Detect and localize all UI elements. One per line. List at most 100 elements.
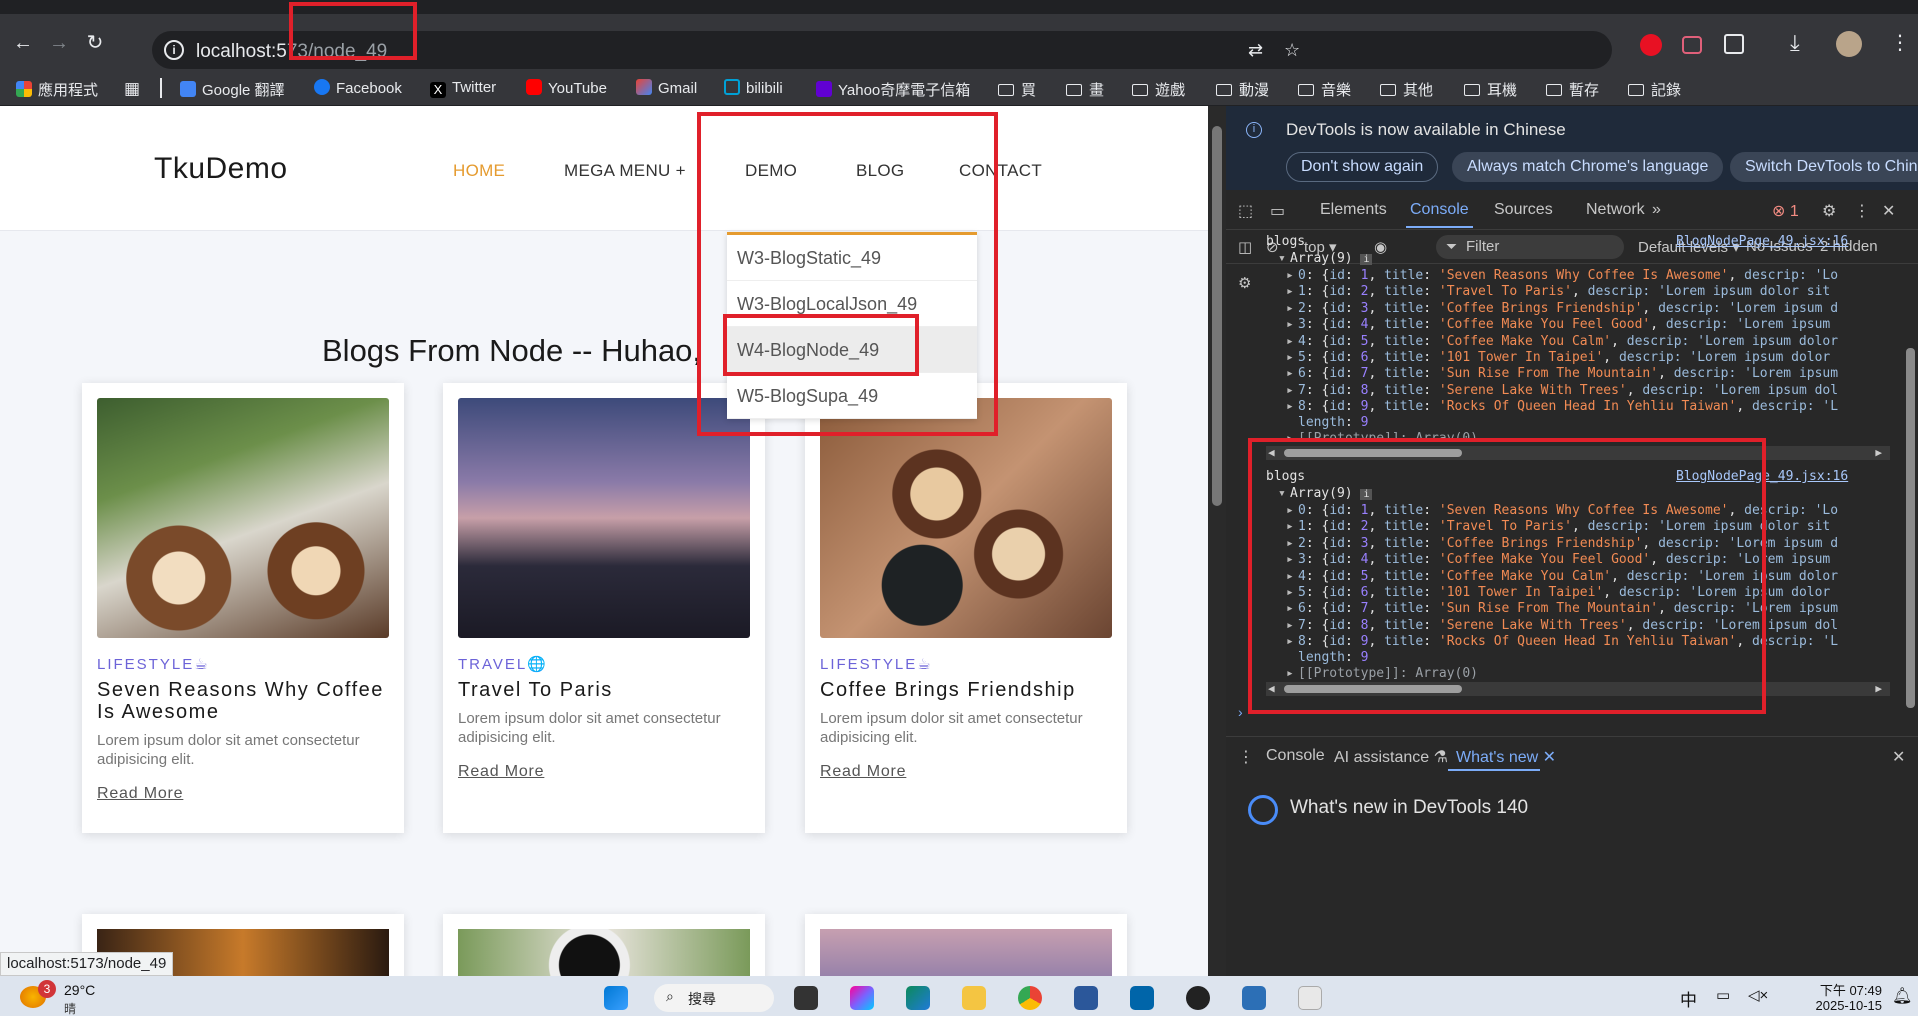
clock-time[interactable]: 下午 07:49 bbox=[1796, 980, 1882, 999]
bookmark-folder-headphones[interactable]: 耳機 bbox=[1464, 79, 1517, 100]
array-item-row[interactable]: ▸ 6: {id: 7, title: 'Sun Rise From The Mo… bbox=[1286, 366, 1838, 381]
live-expression-eye-icon[interactable]: ◉ bbox=[1374, 238, 1387, 256]
bookmark-apps[interactable]: 應用程式 bbox=[16, 79, 98, 100]
console-scrollbar[interactable] bbox=[1904, 236, 1918, 746]
console-scroll-thumb[interactable] bbox=[1906, 348, 1915, 708]
read-more-link[interactable]: Read More bbox=[820, 763, 906, 781]
log-source-link[interactable]: BlogNodePage_49.jsx:16 bbox=[1676, 234, 1848, 249]
bookmark-gmail[interactable]: Gmail bbox=[636, 79, 697, 97]
bookmark-youtube[interactable]: YouTube bbox=[526, 79, 607, 97]
menu-mega-menu[interactable]: MEGA MENU + bbox=[564, 161, 686, 181]
array-item-row[interactable]: ▸ 2: {id: 3, title: 'Coffee Brings Friend… bbox=[1286, 536, 1838, 551]
array-item-row[interactable]: ▸ 5: {id: 6, title: '101 Tower In Taipei'… bbox=[1286, 350, 1830, 365]
address-bar[interactable]: i localhost:573/node_49 ⇄ ☆ bbox=[152, 31, 1612, 69]
dont-show-again-button[interactable]: Don't show again bbox=[1286, 152, 1439, 182]
switch-language-button[interactable]: Switch DevTools to Chine bbox=[1730, 152, 1918, 182]
close-devtools-icon[interactable]: ✕ bbox=[1882, 201, 1895, 221]
array-item-row[interactable]: ▸ 7: {id: 8, title: 'Serene Lake With Tre… bbox=[1286, 618, 1838, 633]
menu-blog[interactable]: BLOG bbox=[856, 161, 904, 181]
dropdown-item[interactable]: W4-BlogNode_49 bbox=[727, 327, 977, 373]
chrome-icon[interactable] bbox=[1018, 986, 1042, 1010]
prototype-row[interactable]: ▸ [[Prototype]]: Array(0) bbox=[1286, 431, 1478, 440]
edge-icon[interactable] bbox=[906, 986, 930, 1010]
menu-home[interactable]: HOME bbox=[453, 161, 505, 181]
menu-contact[interactable]: CONTACT bbox=[959, 161, 1042, 181]
windows-start-icon[interactable] bbox=[604, 986, 628, 1010]
console-filter-input[interactable]: ⏷ Filter bbox=[1436, 235, 1624, 259]
forward-icon[interactable]: → bbox=[44, 28, 74, 58]
more-tabs-icon[interactable]: » bbox=[1652, 201, 1661, 219]
array-item-row[interactable]: ▸ 0: {id: 1, title: 'Seven Reasons Why Co… bbox=[1286, 503, 1838, 518]
array-item-row[interactable]: ▸ 2: {id: 3, title: 'Coffee Brings Friend… bbox=[1286, 301, 1838, 316]
bookmark-folder-music[interactable]: 音樂 bbox=[1298, 79, 1351, 100]
array-item-row[interactable]: ▸ 6: {id: 7, title: 'Sun Rise From The Mo… bbox=[1286, 601, 1838, 616]
bookmark-bilibili[interactable]: bilibili bbox=[724, 79, 783, 97]
copilot-icon[interactable] bbox=[850, 986, 874, 1010]
media-player-icon[interactable] bbox=[1186, 986, 1210, 1010]
snipping-tool-icon[interactable] bbox=[1298, 986, 1322, 1010]
back-icon[interactable]: ← bbox=[8, 28, 38, 58]
match-language-button[interactable]: Always match Chrome's language bbox=[1452, 152, 1724, 182]
read-more-link[interactable]: Read More bbox=[458, 763, 544, 781]
download-icon[interactable]: ⤓ bbox=[1790, 30, 1800, 56]
array-item-row[interactable]: ▸ 3: {id: 4, title: 'Coffee Make You Feel… bbox=[1286, 317, 1830, 332]
ime-indicator[interactable]: 中 bbox=[1680, 986, 1697, 1011]
array-item-row[interactable]: ▸ 3: {id: 4, title: 'Coffee Make You Feel… bbox=[1286, 552, 1830, 567]
url-text[interactable]: localhost:573/node_49 bbox=[196, 41, 387, 63]
array-header[interactable]: ▾ Array(9) i bbox=[1278, 251, 1373, 266]
menu-demo[interactable]: DEMO bbox=[745, 161, 797, 181]
drawer-menu-icon[interactable]: ⋮ bbox=[1238, 747, 1254, 767]
bookmark-folder-buy[interactable]: 買 bbox=[998, 79, 1036, 100]
site-info-icon[interactable]: i bbox=[164, 40, 184, 60]
bookmark-star-icon[interactable]: ☆ bbox=[1284, 40, 1300, 61]
reload-icon[interactable]: ↻ bbox=[80, 28, 110, 58]
bookmark-folder-games[interactable]: 遊戲 bbox=[1132, 79, 1185, 100]
array-item-row[interactable]: ▸ 4: {id: 5, title: 'Coffee Make You Calm… bbox=[1286, 334, 1838, 349]
dropdown-item[interactable]: W3-BlogLocalJson_49 bbox=[727, 281, 977, 327]
postgres-icon[interactable] bbox=[1242, 986, 1266, 1010]
profile-avatar[interactable] bbox=[1836, 31, 1862, 57]
drawer-tab-whats-new[interactable]: What's new ✕ bbox=[1456, 747, 1556, 767]
bookmark-folder-other[interactable]: 其他 bbox=[1380, 79, 1433, 100]
clock-date[interactable]: 2025-10-15 bbox=[1796, 998, 1883, 1014]
sidebar-toggle-icon[interactable]: ◫ bbox=[1238, 238, 1252, 256]
array-item-row[interactable]: ▸ 0: {id: 1, title: 'Seven Reasons Why Co… bbox=[1286, 268, 1838, 283]
array-item-row[interactable]: ▸ 5: {id: 6, title: '101 Tower In Taipei'… bbox=[1286, 585, 1830, 600]
horizontal-scrollbar[interactable]: ◀ ▶ bbox=[1266, 682, 1890, 696]
menu-kebab-icon[interactable]: ⋮ bbox=[1890, 30, 1910, 55]
network-icon[interactable]: ▭ bbox=[1716, 986, 1730, 1004]
tab-console[interactable]: Console bbox=[1406, 201, 1473, 228]
tab-sources[interactable]: Sources bbox=[1494, 201, 1553, 219]
inspect-element-icon[interactable]: ⬚ bbox=[1238, 201, 1253, 221]
bookmark-folder-draw[interactable]: 畫 bbox=[1066, 79, 1104, 100]
array-item-row[interactable]: ▸ 1: {id: 2, title: 'Travel To Paris', de… bbox=[1286, 284, 1830, 299]
array-item-row[interactable]: ▸ 8: {id: 9, title: 'Rocks Of Queen Head … bbox=[1286, 634, 1838, 649]
page-scrollbar[interactable] bbox=[1208, 106, 1226, 976]
bookmark-folder-anime[interactable]: 動漫 bbox=[1216, 79, 1269, 100]
device-toolbar-icon[interactable]: ▭ bbox=[1270, 201, 1285, 221]
log-source-link[interactable]: BlogNodePage_49.jsx:16 bbox=[1676, 469, 1848, 484]
bookmark-facebook[interactable]: Facebook bbox=[314, 79, 402, 97]
devtools-menu-icon[interactable]: ⋮ bbox=[1854, 201, 1870, 221]
notification-bell-icon[interactable]: 🔔︎ bbox=[1892, 986, 1912, 1006]
translate-icon[interactable]: ⇄ bbox=[1248, 40, 1263, 61]
taskbar-search[interactable]: ⌕ 搜尋 bbox=[654, 984, 774, 1012]
notepad-icon[interactable] bbox=[1074, 986, 1098, 1010]
extensions-puzzle-icon[interactable] bbox=[1724, 34, 1744, 54]
prototype-row[interactable]: ▸ [[Prototype]]: Array(0) bbox=[1286, 666, 1478, 681]
drawer-tab-console[interactable]: Console bbox=[1266, 747, 1325, 765]
bookmark-google-translate[interactable]: Google 翻譯 bbox=[180, 79, 285, 100]
file-explorer-icon[interactable] bbox=[962, 986, 986, 1010]
close-drawer-icon[interactable]: ✕ bbox=[1892, 747, 1905, 767]
site-logo[interactable]: TkuDemo bbox=[154, 152, 288, 186]
console-settings-icon[interactable]: ⚙ bbox=[1238, 274, 1251, 292]
console-prompt-icon[interactable]: › bbox=[1238, 704, 1243, 720]
read-more-link[interactable]: Read More bbox=[97, 785, 183, 803]
array-item-row[interactable]: ▸ 7: {id: 8, title: 'Serene Lake With Tre… bbox=[1286, 383, 1838, 398]
tab-elements[interactable]: Elements bbox=[1320, 201, 1387, 219]
array-item-row[interactable]: ▸ 1: {id: 2, title: 'Travel To Paris', de… bbox=[1286, 519, 1830, 534]
vscode-icon[interactable] bbox=[1130, 986, 1154, 1010]
bookmark-twitter[interactable]: X Twitter bbox=[430, 79, 496, 98]
extension-pink-icon[interactable] bbox=[1682, 36, 1702, 54]
array-header[interactable]: ▾ Array(9) i bbox=[1278, 486, 1373, 501]
